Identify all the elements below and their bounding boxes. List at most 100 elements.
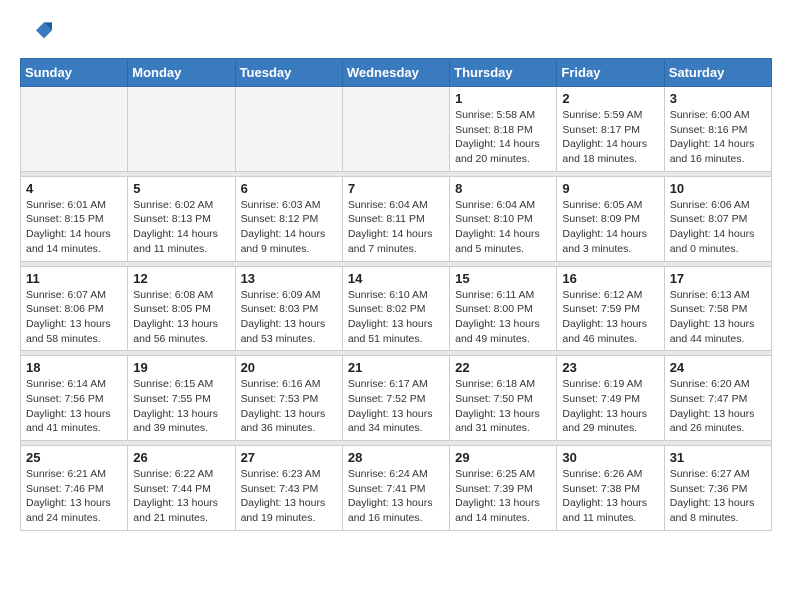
cell-info: Sunrise: 6:08 AMSunset: 8:05 PMDaylight:… xyxy=(133,288,229,347)
cell-info: Sunrise: 6:09 AMSunset: 8:03 PMDaylight:… xyxy=(241,288,337,347)
cell-info: Sunrise: 6:19 AMSunset: 7:49 PMDaylight:… xyxy=(562,377,658,436)
cell-info: Sunrise: 6:25 AMSunset: 7:39 PMDaylight:… xyxy=(455,467,551,526)
cell-info: Sunrise: 6:20 AMSunset: 7:47 PMDaylight:… xyxy=(670,377,766,436)
cell-date: 18 xyxy=(26,360,122,375)
calendar-cell: 25Sunrise: 6:21 AMSunset: 7:46 PMDayligh… xyxy=(21,446,128,531)
week-row-5: 25Sunrise: 6:21 AMSunset: 7:46 PMDayligh… xyxy=(21,446,772,531)
cell-date: 11 xyxy=(26,271,122,286)
weekday-header-sunday: Sunday xyxy=(21,59,128,87)
cell-info: Sunrise: 6:26 AMSunset: 7:38 PMDaylight:… xyxy=(562,467,658,526)
cell-info: Sunrise: 6:11 AMSunset: 8:00 PMDaylight:… xyxy=(455,288,551,347)
cell-date: 6 xyxy=(241,181,337,196)
week-row-4: 18 Sunrise: 6:14 AMSunset: 7:56 PMDayligh… xyxy=(21,356,772,441)
calendar-cell: 10Sunrise: 6:06 AMSunset: 8:07 PMDayligh… xyxy=(664,176,771,261)
cell-date: 14 xyxy=(348,271,444,286)
cell-date: 27 xyxy=(241,450,337,465)
cell-info: Sunrise: 6:00 AMSunset: 8:16 PMDaylight:… xyxy=(670,108,766,167)
cell-date: 22 xyxy=(455,360,551,375)
calendar-cell: 15 Sunrise: 6:11 AMSunset: 8:00 PMDayligh… xyxy=(450,266,557,351)
week-row-3: 11 Sunrise: 6:07 AMSunset: 8:06 PMDayligh… xyxy=(21,266,772,351)
calendar-cell xyxy=(235,87,342,172)
weekday-header-wednesday: Wednesday xyxy=(342,59,449,87)
calendar-cell: 8 Sunrise: 6:04 AMSunset: 8:10 PMDaylight… xyxy=(450,176,557,261)
calendar-cell: 31Sunrise: 6:27 AMSunset: 7:36 PMDayligh… xyxy=(664,446,771,531)
calendar-cell: 20 Sunrise: 6:16 AMSunset: 7:53 PMDayligh… xyxy=(235,356,342,441)
cell-date: 19 xyxy=(133,360,229,375)
cell-date: 20 xyxy=(241,360,337,375)
calendar-cell: 5Sunrise: 6:02 AMSunset: 8:13 PMDaylight… xyxy=(128,176,235,261)
calendar-cell: 2 Sunrise: 5:59 AMSunset: 8:17 PMDaylight… xyxy=(557,87,664,172)
cell-info: Sunrise: 5:58 AMSunset: 8:18 PMDaylight:… xyxy=(455,108,551,167)
cell-date: 8 xyxy=(455,181,551,196)
calendar-cell: 21 Sunrise: 6:17 AMSunset: 7:52 PMDayligh… xyxy=(342,356,449,441)
cell-info: Sunrise: 6:10 AMSunset: 8:02 PMDaylight:… xyxy=(348,288,444,347)
header xyxy=(20,16,772,48)
calendar-cell: 19 Sunrise: 6:15 AMSunset: 7:55 PMDayligh… xyxy=(128,356,235,441)
calendar-cell: 13Sunrise: 6:09 AMSunset: 8:03 PMDayligh… xyxy=(235,266,342,351)
weekday-header-friday: Friday xyxy=(557,59,664,87)
cell-date: 24 xyxy=(670,360,766,375)
cell-date: 3 xyxy=(670,91,766,106)
cell-date: 4 xyxy=(26,181,122,196)
calendar-cell: 9 Sunrise: 6:05 AMSunset: 8:09 PMDaylight… xyxy=(557,176,664,261)
cell-info: Sunrise: 6:22 AMSunset: 7:44 PMDaylight:… xyxy=(133,467,229,526)
cell-date: 2 xyxy=(562,91,658,106)
calendar-cell: 6Sunrise: 6:03 AMSunset: 8:12 PMDaylight… xyxy=(235,176,342,261)
weekday-header-thursday: Thursday xyxy=(450,59,557,87)
calendar-cell: 1 Sunrise: 5:58 AMSunset: 8:18 PMDaylight… xyxy=(450,87,557,172)
calendar-cell: 26 Sunrise: 6:22 AMSunset: 7:44 PMDayligh… xyxy=(128,446,235,531)
cell-info: Sunrise: 6:15 AMSunset: 7:55 PMDaylight:… xyxy=(133,377,229,436)
weekday-header-row: SundayMondayTuesdayWednesdayThursdayFrid… xyxy=(21,59,772,87)
cell-date: 16 xyxy=(562,271,658,286)
calendar-cell: 17 Sunrise: 6:13 AMSunset: 7:58 PMDayligh… xyxy=(664,266,771,351)
calendar-cell: 27Sunrise: 6:23 AMSunset: 7:43 PMDayligh… xyxy=(235,446,342,531)
calendar-cell: 12 Sunrise: 6:08 AMSunset: 8:05 PMDayligh… xyxy=(128,266,235,351)
cell-info: Sunrise: 6:12 AMSunset: 7:59 PMDaylight:… xyxy=(562,288,658,347)
calendar-cell xyxy=(342,87,449,172)
cell-date: 15 xyxy=(455,271,551,286)
cell-date: 21 xyxy=(348,360,444,375)
calendar-cell: 4 Sunrise: 6:01 AMSunset: 8:15 PMDaylight… xyxy=(21,176,128,261)
week-row-1: 1 Sunrise: 5:58 AMSunset: 8:18 PMDaylight… xyxy=(21,87,772,172)
calendar-cell: 22Sunrise: 6:18 AMSunset: 7:50 PMDayligh… xyxy=(450,356,557,441)
cell-info: Sunrise: 5:59 AMSunset: 8:17 PMDaylight:… xyxy=(562,108,658,167)
weekday-header-monday: Monday xyxy=(128,59,235,87)
cell-date: 7 xyxy=(348,181,444,196)
page: SundayMondayTuesdayWednesdayThursdayFrid… xyxy=(0,0,792,547)
calendar-cell: 28 Sunrise: 6:24 AMSunset: 7:41 PMDayligh… xyxy=(342,446,449,531)
calendar-cell xyxy=(21,87,128,172)
cell-date: 9 xyxy=(562,181,658,196)
cell-info: Sunrise: 6:24 AMSunset: 7:41 PMDaylight:… xyxy=(348,467,444,526)
cell-date: 26 xyxy=(133,450,229,465)
calendar-cell: 18 Sunrise: 6:14 AMSunset: 7:56 PMDayligh… xyxy=(21,356,128,441)
cell-info: Sunrise: 6:07 AMSunset: 8:06 PMDaylight:… xyxy=(26,288,122,347)
cell-info: Sunrise: 6:27 AMSunset: 7:36 PMDaylight:… xyxy=(670,467,766,526)
cell-date: 23 xyxy=(562,360,658,375)
cell-info: Sunrise: 6:17 AMSunset: 7:52 PMDaylight:… xyxy=(348,377,444,436)
weekday-header-saturday: Saturday xyxy=(664,59,771,87)
cell-date: 17 xyxy=(670,271,766,286)
cell-info: Sunrise: 6:05 AMSunset: 8:09 PMDaylight:… xyxy=(562,198,658,257)
cell-date: 25 xyxy=(26,450,122,465)
calendar-cell: 23 Sunrise: 6:19 AMSunset: 7:49 PMDayligh… xyxy=(557,356,664,441)
cell-info: Sunrise: 6:14 AMSunset: 7:56 PMDaylight:… xyxy=(26,377,122,436)
calendar-cell xyxy=(128,87,235,172)
calendar-cell: 7 Sunrise: 6:04 AMSunset: 8:11 PMDaylight… xyxy=(342,176,449,261)
cell-info: Sunrise: 6:01 AMSunset: 8:15 PMDaylight:… xyxy=(26,198,122,257)
cell-info: Sunrise: 6:04 AMSunset: 8:10 PMDaylight:… xyxy=(455,198,551,257)
logo xyxy=(20,16,56,48)
cell-info: Sunrise: 6:04 AMSunset: 8:11 PMDaylight:… xyxy=(348,198,444,257)
cell-info: Sunrise: 6:13 AMSunset: 7:58 PMDaylight:… xyxy=(670,288,766,347)
cell-info: Sunrise: 6:02 AMSunset: 8:13 PMDaylight:… xyxy=(133,198,229,257)
cell-date: 28 xyxy=(348,450,444,465)
calendar-cell: 30 Sunrise: 6:26 AMSunset: 7:38 PMDayligh… xyxy=(557,446,664,531)
cell-date: 10 xyxy=(670,181,766,196)
cell-info: Sunrise: 6:16 AMSunset: 7:53 PMDaylight:… xyxy=(241,377,337,436)
week-row-2: 4 Sunrise: 6:01 AMSunset: 8:15 PMDaylight… xyxy=(21,176,772,261)
cell-date: 30 xyxy=(562,450,658,465)
cell-date: 1 xyxy=(455,91,551,106)
calendar-cell: 11 Sunrise: 6:07 AMSunset: 8:06 PMDayligh… xyxy=(21,266,128,351)
cell-date: 12 xyxy=(133,271,229,286)
calendar: SundayMondayTuesdayWednesdayThursdayFrid… xyxy=(20,58,772,531)
calendar-cell: 3 Sunrise: 6:00 AMSunset: 8:16 PMDaylight… xyxy=(664,87,771,172)
